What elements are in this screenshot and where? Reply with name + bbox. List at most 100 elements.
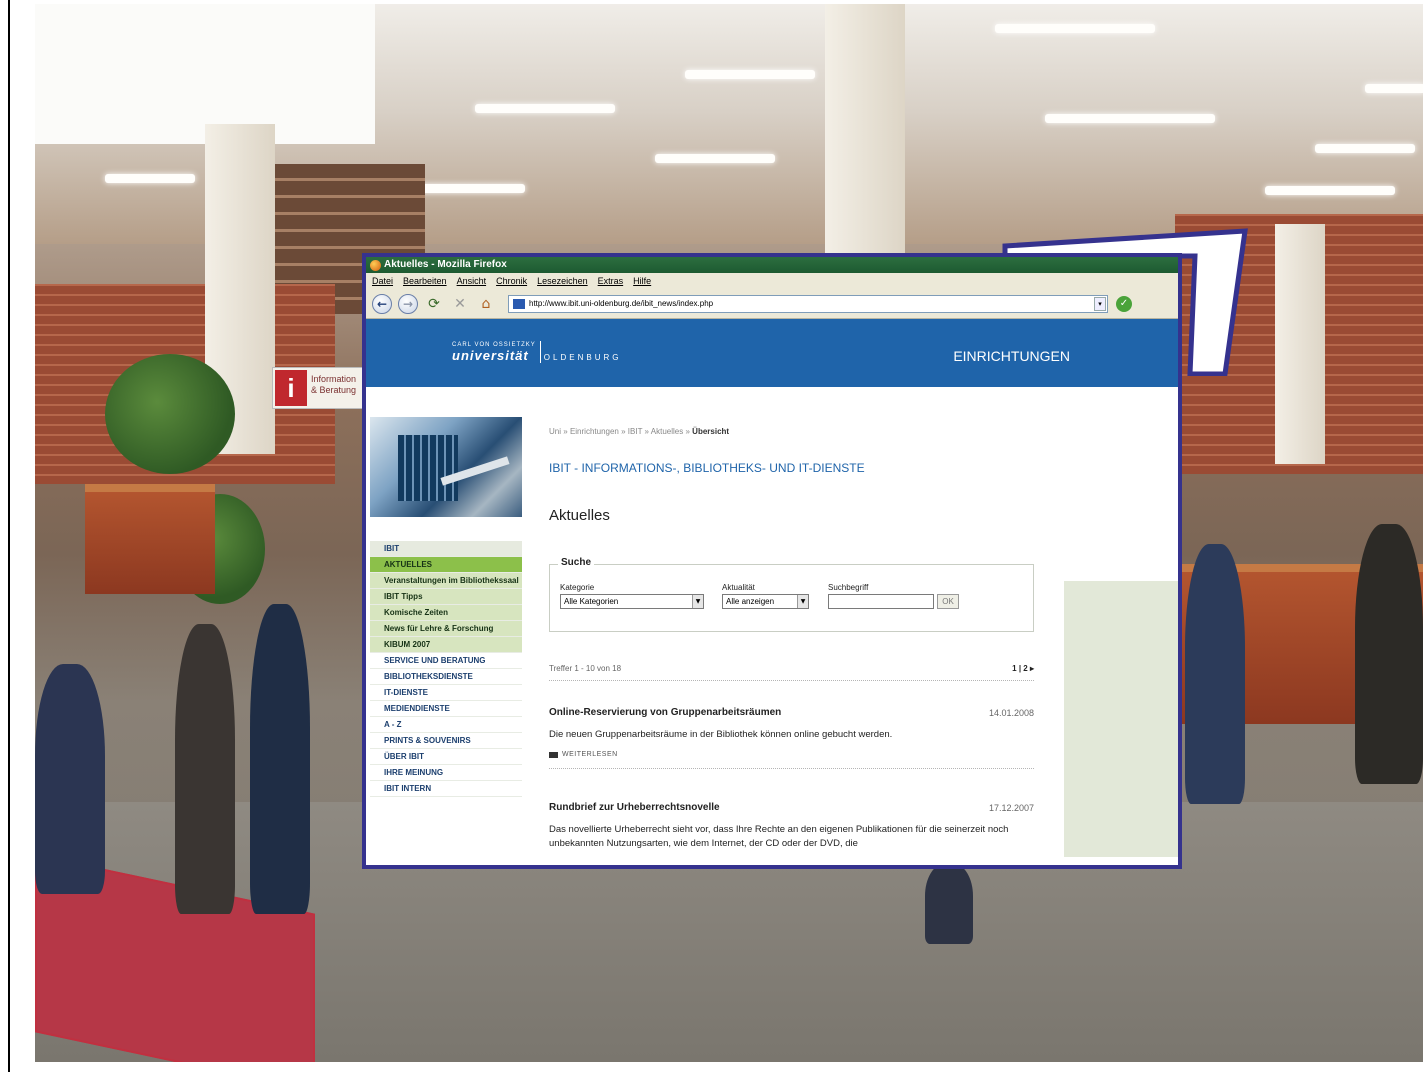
ceiling-light xyxy=(995,24,1155,33)
menu-bearbeiten[interactable]: Bearbeiten xyxy=(403,273,447,289)
university-header: CARL VON OSSIETZKY universität OLDENBURG… xyxy=(366,319,1178,387)
aktualitaet-label: Aktualität xyxy=(722,583,755,592)
sidebar-item-ihre-meinung[interactable]: IHRE MEINUNG xyxy=(370,765,522,781)
chevron-down-icon: ▼ xyxy=(692,595,703,608)
news-date: 17.12.2007 xyxy=(988,803,1034,813)
sidebar-item-ibit[interactable]: IBIT xyxy=(370,541,522,557)
sidebar-item-kibum[interactable]: KIBUM 2007 xyxy=(370,637,522,653)
firefox-window: Aktuelles - Mozilla Firefox Datei Bearbe… xyxy=(362,253,1182,869)
breadcrumb-separator: » xyxy=(685,427,690,436)
aktualitaet-select[interactable]: Alle anzeigen ▼ xyxy=(722,594,809,609)
ceiling-light xyxy=(1045,114,1215,123)
person xyxy=(250,604,310,914)
menu-lesezeichen[interactable]: Lesezeichen xyxy=(537,273,588,289)
firefox-icon xyxy=(370,259,381,271)
news-title[interactable]: Online-Reservierung von Gruppenarbeitsrä… xyxy=(549,707,1034,718)
indoor-plant xyxy=(105,354,235,474)
sidebar-item-komische-zeiten[interactable]: Komische Zeiten xyxy=(370,605,522,621)
news-separator xyxy=(549,768,1034,769)
sidebar-item-service-beratung[interactable]: SERVICE UND BERATUNG xyxy=(370,653,522,669)
logo-oldenburg: OLDENBURG xyxy=(543,353,622,362)
sidebar-item-aktuelles[interactable]: AKTUELLES xyxy=(370,557,522,573)
window-title: Aktuelles - Mozilla Firefox xyxy=(384,259,507,270)
sidebar-item-news-lehre-forschung[interactable]: News für Lehre & Forschung xyxy=(370,621,522,637)
stop-icon[interactable]: ✕ xyxy=(450,294,470,314)
service-desk xyxy=(85,484,215,594)
ceiling-light xyxy=(1315,144,1415,153)
breadcrumb-einrichtungen[interactable]: Einrichtungen xyxy=(570,427,619,436)
person xyxy=(1185,544,1245,804)
go-check-icon[interactable]: ✓ xyxy=(1116,295,1132,312)
address-bar[interactable]: ▾ xyxy=(508,294,1108,313)
news-date: 14.01.2008 xyxy=(988,708,1034,718)
url-input[interactable] xyxy=(529,299,1094,308)
sidebar: IBIT AKTUELLES Veranstaltungen im Biblio… xyxy=(366,387,522,857)
information-sign: i Information & Beratung xyxy=(272,367,364,409)
search-ok-button[interactable]: OK xyxy=(937,594,959,609)
sidebar-item-mediendienste[interactable]: MEDIENDIENSTE xyxy=(370,701,522,717)
web-page: CARL VON OSSIETZKY universität OLDENBURG… xyxy=(366,319,1178,857)
kategorie-label: Kategorie xyxy=(560,583,595,592)
sidebar-item-veranstaltungen[interactable]: Veranstaltungen im Bibliothekssaal xyxy=(370,573,522,589)
read-more-link[interactable]: WEITERLESEN xyxy=(549,751,1034,758)
menu-chronik[interactable]: Chronik xyxy=(496,273,527,289)
sidebar-item-prints-souvenirs[interactable]: PRINTS & SOUVENIRS xyxy=(370,733,522,749)
breadcrumb-aktuelles[interactable]: Aktuelles xyxy=(651,427,683,436)
university-logo[interactable]: CARL VON OSSIETZKY universität OLDENBURG xyxy=(452,341,621,363)
page-title: Aktuelles xyxy=(549,507,610,524)
back-arrow-icon[interactable]: ← xyxy=(372,293,392,314)
news-title[interactable]: Rundbrief zur Urheberrechtsnovelle xyxy=(549,802,1034,813)
url-history-dropdown-icon[interactable]: ▾ xyxy=(1094,296,1106,311)
right-info-panel xyxy=(1064,581,1178,857)
sidebar-item-bibliotheksdienste[interactable]: BIBLIOTHEKSDIENSTE xyxy=(370,669,522,685)
menu-extras[interactable]: Extras xyxy=(598,273,624,289)
breadcrumb-uni[interactable]: Uni xyxy=(549,427,561,436)
skylight xyxy=(35,4,375,144)
home-icon[interactable]: ⌂ xyxy=(476,294,496,314)
aktualitaet-select-value: Alle anzeigen xyxy=(726,597,775,606)
breadcrumb-ibit[interactable]: IBIT xyxy=(628,427,643,436)
forward-arrow-icon[interactable]: → xyxy=(398,293,418,314)
menu-bar: Datei Bearbeiten Ansicht Chronik Lesezei… xyxy=(366,273,1178,289)
chevron-down-icon: ▼ xyxy=(797,595,808,608)
news-teaser: Das novellierte Urheberrecht sieht vor, … xyxy=(549,824,1009,849)
logo-divider xyxy=(539,341,541,363)
suchbegriff-input[interactable] xyxy=(828,594,934,609)
menu-ansicht[interactable]: Ansicht xyxy=(457,273,487,289)
breadcrumb-separator: » xyxy=(563,427,568,436)
search-legend: Suche xyxy=(558,557,595,568)
ceiling-light xyxy=(475,104,615,113)
sidebar-item-ibit-tipps[interactable]: IBIT Tipps xyxy=(370,589,522,605)
news-item: Online-Reservierung von Gruppenarbeitsrä… xyxy=(549,707,1034,769)
sidebar-item-a-z[interactable]: A - Z xyxy=(370,717,522,733)
menu-hilfe[interactable]: Hilfe xyxy=(633,273,651,289)
arrow-box-icon xyxy=(549,751,558,758)
institution-title: IBIT - INFORMATIONS-, BIBLIOTHEKS- UND I… xyxy=(549,461,865,475)
ceiling-light xyxy=(105,174,195,183)
info-sign-text: Information & Beratung xyxy=(311,374,357,395)
sidebar-item-ueber-ibit[interactable]: ÜBER IBIT xyxy=(370,749,522,765)
sidebar-item-ibit-intern[interactable]: IBIT INTERN xyxy=(370,781,522,797)
ceiling-light xyxy=(1365,84,1423,93)
pagination[interactable]: 1 | 2 ▸ xyxy=(1012,664,1034,673)
sidebar-item-it-dienste[interactable]: IT-DIENSTE xyxy=(370,685,522,701)
ceiling-light xyxy=(655,154,775,163)
page-favicon-icon xyxy=(513,298,525,309)
news-item: Rundbrief zur Urheberrechtsnovelle 17.12… xyxy=(549,802,1034,851)
left-border-rule xyxy=(8,0,10,1072)
person xyxy=(925,864,973,944)
results-bar: Treffer 1 - 10 von 18 1 | 2 ▸ xyxy=(549,664,1034,681)
window-titlebar: Aktuelles - Mozilla Firefox xyxy=(366,257,1178,273)
logo-universitaet: universität xyxy=(452,348,529,363)
menu-datei[interactable]: Datei xyxy=(372,273,393,289)
breadcrumb-separator: » xyxy=(644,427,649,436)
kategorie-select[interactable]: Alle Kategorien ▼ xyxy=(560,594,704,609)
suchbegriff-label: Suchbegriff xyxy=(828,583,869,592)
ceiling-light xyxy=(685,70,815,79)
section-title[interactable]: EINRICHTUNGEN xyxy=(953,348,1070,364)
info-sign-badge: i xyxy=(275,370,307,406)
news-teaser: Die neuen Gruppenarbeitsräume in der Bib… xyxy=(549,729,893,740)
reload-icon[interactable]: ⟳ xyxy=(424,294,444,314)
ceiling-light xyxy=(1265,186,1395,195)
results-summary: Treffer 1 - 10 von 18 xyxy=(549,664,622,673)
